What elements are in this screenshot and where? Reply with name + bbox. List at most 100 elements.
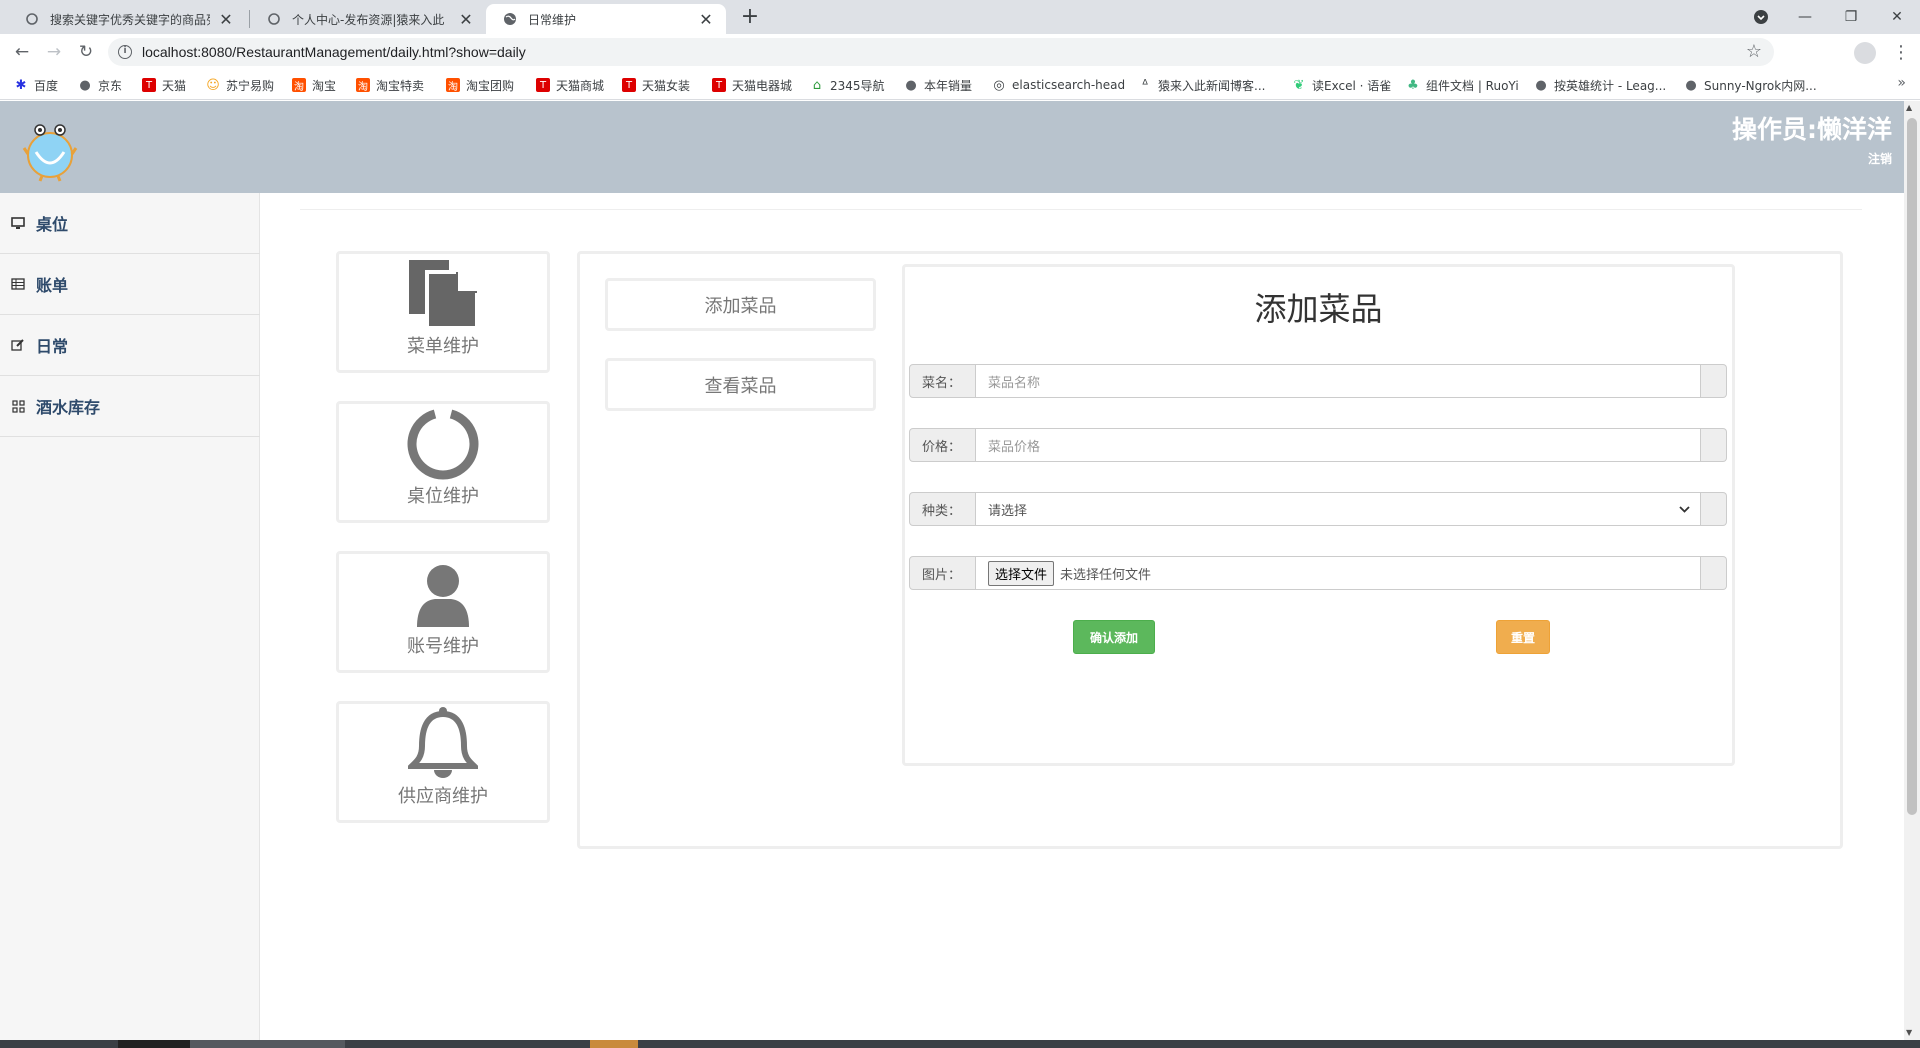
bookmark-label: 天猫: [162, 78, 187, 93]
confirm-add-button[interactable]: 确认添加: [1073, 620, 1155, 654]
bookmark-item[interactable]: T 天猫电器城: [712, 76, 792, 94]
taskbar-item[interactable]: [590, 1040, 638, 1048]
bookmark-item[interactable]: ● 按英雄统计 - Leag...: [1534, 76, 1666, 94]
dish-type-label: 种类：: [909, 492, 976, 526]
forward-arrow-icon[interactable]: →: [42, 40, 66, 64]
tile-menu-maintenance[interactable]: 菜单维护: [336, 251, 550, 373]
address-bar[interactable]: i localhost:8080/RestaurantManagement/da…: [108, 38, 1774, 66]
suning-icon: ☺: [206, 77, 220, 93]
tmall-icon: T: [712, 78, 726, 92]
browser-tab-2[interactable]: 个人中心-发布资源|猿来入此【b ✕: [250, 4, 486, 34]
bookmark-item[interactable]: T 天猫: [142, 76, 186, 94]
new-tab-button[interactable]: +: [736, 6, 764, 30]
tile-account-maintenance[interactable]: 账号维护: [336, 551, 550, 673]
minimize-icon[interactable]: —: [1782, 0, 1828, 34]
bookmark-label: 苏宁易购: [226, 78, 275, 93]
bookmark-item[interactable]: ● 本年销量: [904, 76, 972, 94]
tab-favicon-icon: [266, 11, 282, 27]
add-dish-button[interactable]: 添加菜品: [605, 278, 876, 331]
sidebar: 桌位 账单 日常 酒水库存: [0, 193, 260, 1041]
tile-table-maintenance[interactable]: 桌位维护: [336, 401, 550, 523]
bookmark-item[interactable]: ● Sunny-Ngrok内网...: [1684, 76, 1817, 94]
input-addon: [1701, 492, 1727, 526]
taobao-icon: 淘: [446, 78, 460, 93]
close-tab-icon[interactable]: ✕: [698, 10, 714, 29]
choose-file-button[interactable]: 选择文件: [988, 560, 1055, 586]
bookmark-item[interactable]: ✱ 百度: [14, 76, 58, 94]
bookmark-item[interactable]: ᐞ 猿来入此新闻博客...: [1138, 76, 1265, 94]
sidebar-item-drinks-stock[interactable]: 酒水库存: [0, 376, 260, 437]
globe-icon: ●: [905, 77, 917, 93]
close-tab-icon[interactable]: ✕: [218, 10, 234, 29]
address-url[interactable]: localhost:8080/RestaurantManagement/dail…: [142, 44, 526, 60]
reload-icon[interactable]: ↻: [74, 40, 98, 64]
ape-icon: ᐞ: [1141, 77, 1149, 93]
site-info-icon[interactable]: i: [118, 45, 132, 59]
bookmark-item[interactable]: ☺ 苏宁易购: [206, 76, 274, 94]
more-bookmarks-icon[interactable]: »: [1897, 75, 1906, 91]
logout-link[interactable]: 注销: [1868, 150, 1892, 167]
dish-name-label: 菜名：: [909, 364, 976, 398]
bookmark-item[interactable]: ❦ 读Excel · 语雀: [1292, 76, 1392, 94]
scrollbar-thumb[interactable]: [1907, 118, 1917, 815]
sidebar-item-daily[interactable]: 日常: [0, 315, 260, 376]
bell-icon: [408, 707, 478, 778]
content-divider: [300, 209, 1862, 210]
browser-tab-1[interactable]: 搜索关键字优秀关键字的商品列表 ✕: [8, 4, 246, 34]
dish-type-group: 种类： 请选择: [909, 492, 1727, 526]
view-dishes-button[interactable]: 查看菜品: [605, 358, 876, 411]
dish-name-input[interactable]: 菜品名称: [976, 364, 1701, 398]
sidebar-item-label: 日常: [36, 337, 69, 356]
sidebar-item-tables[interactable]: 桌位: [0, 193, 260, 254]
bookmark-star-icon[interactable]: ☆: [1746, 41, 1762, 62]
taskbar-item[interactable]: [190, 1040, 345, 1048]
tile-supplier-maintenance[interactable]: 供应商维护: [336, 701, 550, 823]
dish-price-input[interactable]: 菜品价格: [976, 428, 1701, 462]
dish-type-select[interactable]: 请选择: [976, 492, 1701, 526]
user-icon: [417, 565, 469, 627]
bookmark-item[interactable]: 淘淘宝团购: [446, 76, 514, 94]
bookmark-item[interactable]: ⌂ 2345导航: [810, 76, 885, 94]
tab-search-icon[interactable]: [1738, 0, 1784, 34]
bookmark-label: 百度: [34, 78, 59, 93]
bookmark-item[interactable]: ◎ elasticsearch-head: [992, 76, 1125, 94]
close-tab-icon[interactable]: ✕: [458, 10, 474, 29]
bookmarks-bar: » ✱ 百度 ● 京东 T 天猫 ☺ 苏宁易购淘淘宝淘淘宝特卖淘淘宝团购 T 天猫商城 T 天猫女装 T…: [0, 70, 1920, 100]
bookmark-item[interactable]: T 天猫商城: [536, 76, 604, 94]
back-arrow-icon[interactable]: ←: [10, 40, 34, 64]
bookmark-item[interactable]: T 天猫女装: [622, 76, 690, 94]
tab-title: 搜索关键字优秀关键字的商品列表: [50, 12, 210, 27]
bookmark-item[interactable]: ♣ 组件文档 | RuoYi: [1406, 76, 1518, 94]
globe-icon: [502, 11, 518, 27]
tab-favicon-icon: [24, 11, 40, 27]
browser-tab-strip: 搜索关键字优秀关键字的商品列表 ✕ 个人中心-发布资源|猿来入此【b ✕ 日常维…: [0, 0, 1920, 34]
tmall-icon: T: [622, 78, 636, 92]
sidebar-item-bills[interactable]: 账单: [0, 254, 260, 315]
bookmark-label: Sunny-Ngrok内网...: [1704, 78, 1817, 93]
file-icon: [409, 260, 479, 330]
restore-icon[interactable]: ❐: [1828, 0, 1874, 34]
sidebar-item-label: 酒水库存: [36, 398, 101, 417]
taskbar-item[interactable]: [118, 1040, 190, 1048]
bookmark-label: elasticsearch-head: [1012, 78, 1126, 92]
bookmark-label: 淘宝特卖: [376, 78, 425, 93]
profile-avatar[interactable]: [1854, 42, 1876, 64]
scroll-up-icon[interactable]: ▲: [1906, 103, 1912, 112]
reset-button[interactable]: 重置: [1496, 620, 1550, 654]
tab-title: 日常维护: [528, 12, 577, 27]
dish-name-group: 菜名： 菜品名称: [909, 364, 1727, 398]
operator-name: 操作员:懒洋洋: [1732, 115, 1892, 144]
bookmark-item[interactable]: ● 京东: [78, 76, 122, 94]
browser-menu-icon[interactable]: ⋮: [1892, 40, 1910, 66]
bookmark-label: 猿来入此新闻博客...: [1158, 78, 1266, 93]
scroll-down-icon[interactable]: ▼: [1906, 1028, 1912, 1037]
os-taskbar: [0, 1040, 1920, 1048]
input-addon: [1701, 428, 1727, 462]
house-icon: ⌂: [812, 77, 822, 93]
close-window-icon[interactable]: ✕: [1874, 0, 1920, 34]
bookmark-item[interactable]: 淘淘宝: [292, 76, 336, 94]
bookmark-item[interactable]: 淘淘宝特卖: [356, 76, 424, 94]
app-logo: [22, 122, 78, 182]
dish-image-label: 图片：: [909, 556, 976, 590]
browser-tab-3[interactable]: 日常维护 ✕: [486, 4, 726, 34]
